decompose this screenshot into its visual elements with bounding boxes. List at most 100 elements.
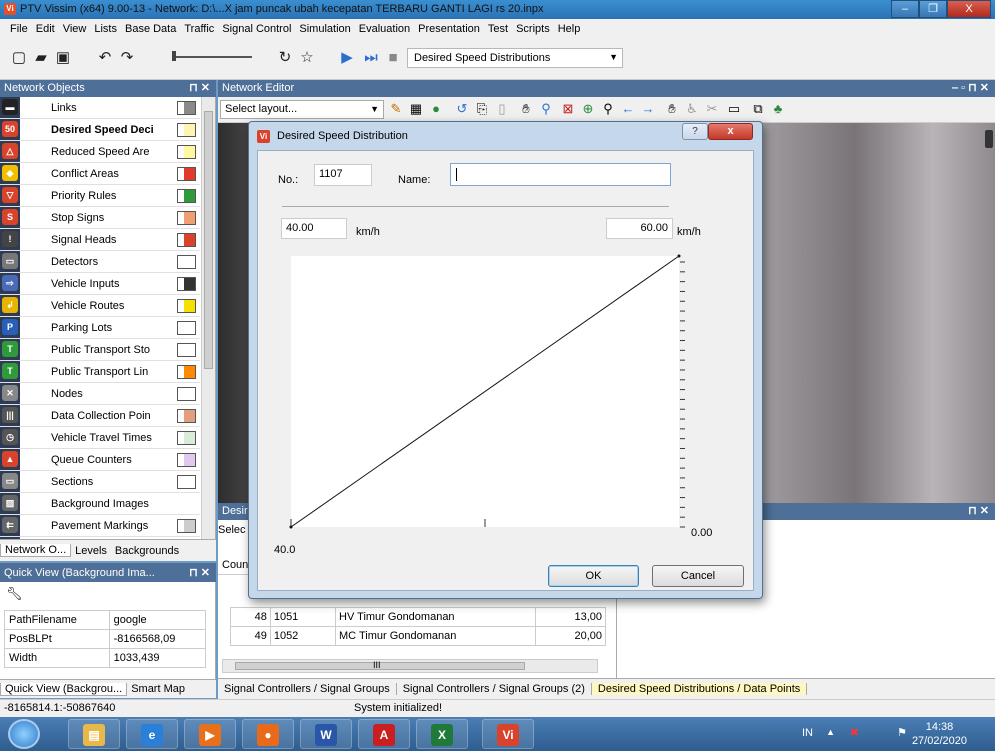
menu-presentation[interactable]: Presentation bbox=[414, 23, 484, 35]
menu-simulation[interactable]: Simulation bbox=[295, 23, 354, 35]
delete-icon[interactable]: ▯ bbox=[494, 101, 510, 117]
color-swatch[interactable] bbox=[177, 453, 196, 467]
network-object-row[interactable]: P Parking Lots bbox=[0, 317, 200, 339]
network-object-row[interactable]: ↲ Vehicle Routes bbox=[0, 295, 200, 317]
forward-icon[interactable]: → bbox=[640, 101, 656, 117]
dialog-close-button[interactable]: x bbox=[708, 123, 753, 140]
favorite-icon[interactable]: ☆ bbox=[298, 49, 316, 67]
tab-levels[interactable]: Levels bbox=[71, 545, 111, 557]
quick-view-row[interactable]: PosBLPt -8166568,09 bbox=[4, 629, 207, 649]
pan-icon[interactable]: ✋︎ bbox=[518, 101, 534, 117]
network-object-row[interactable]: ▽ Priority Rules bbox=[0, 185, 200, 207]
editor-window-controls[interactable]: ‒ ▫ ⊓ ✕ bbox=[952, 81, 989, 94]
table-row[interactable]: 49 1052 MC Timur Gondomanan 20,00 bbox=[230, 626, 606, 646]
volume-muted-icon[interactable]: ✖ bbox=[850, 726, 859, 739]
new-file-icon[interactable]: ▢ bbox=[10, 49, 28, 67]
taskbar-app-button[interactable]: Vi bbox=[482, 719, 534, 749]
rotate-icon[interactable]: ↺ bbox=[454, 101, 470, 117]
tab-signal-controllers-2[interactable]: Signal Controllers / Signal Groups (2) bbox=[397, 683, 592, 695]
color-swatch[interactable] bbox=[177, 167, 196, 181]
tab-desired-speed-data-points[interactable]: Desired Speed Distributions / Data Point… bbox=[591, 683, 808, 695]
network-object-row[interactable]: 50 Desired Speed Deci bbox=[0, 119, 200, 141]
menu-test[interactable]: Test bbox=[484, 23, 512, 35]
scrollbar-thumb[interactable] bbox=[204, 111, 213, 369]
save-icon[interactable]: ▣ bbox=[54, 49, 72, 67]
list-select[interactable]: Selec bbox=[218, 524, 246, 536]
zoom-in-icon[interactable]: ⊕ bbox=[580, 101, 596, 117]
zoom-out-icon[interactable]: ⚲ bbox=[600, 101, 616, 117]
language-indicator[interactable]: IN bbox=[802, 727, 813, 739]
tab-smart-map[interactable]: Smart Map bbox=[127, 683, 189, 695]
distribution-point[interactable] bbox=[677, 254, 681, 258]
network-object-row[interactable]: ▨ Background Images bbox=[0, 493, 200, 515]
taskbar-app-button[interactable]: A bbox=[358, 719, 410, 749]
color-swatch[interactable] bbox=[177, 475, 196, 489]
simulation-speed-slider[interactable] bbox=[172, 51, 252, 62]
grid-icon[interactable]: ▦ bbox=[408, 101, 424, 117]
color-swatch[interactable] bbox=[177, 321, 196, 335]
table-row[interactable]: 48 1051 HV Timur Gondomanan 13,00 bbox=[230, 607, 606, 627]
horizontal-scrollbar[interactable]: III bbox=[222, 659, 598, 673]
zoom-window-icon[interactable]: ⚲ bbox=[538, 101, 554, 117]
taskbar-app-button[interactable]: ▶ bbox=[184, 719, 236, 749]
network-object-row[interactable]: ||| Data Collection Poin bbox=[0, 405, 200, 427]
stop-icon[interactable]: ■ bbox=[384, 49, 402, 67]
network-object-row[interactable]: ◷ Vehicle Travel Times bbox=[0, 427, 200, 449]
quick-mode-icon[interactable]: ↻ bbox=[276, 49, 294, 67]
color-swatch[interactable] bbox=[177, 145, 196, 159]
panel-close-icon[interactable]: ⊓ ✕ bbox=[189, 81, 210, 94]
speed-distribution-chart[interactable] bbox=[258, 151, 753, 591]
color-swatch[interactable] bbox=[177, 365, 196, 379]
menu-lists[interactable]: Lists bbox=[90, 23, 121, 35]
menu-traffic[interactable]: Traffic bbox=[180, 23, 218, 35]
export-icon[interactable]: ⧉ bbox=[750, 101, 766, 117]
menu-evaluation[interactable]: Evaluation bbox=[355, 23, 414, 35]
network-object-row[interactable]: ▲ Queue Counters bbox=[0, 449, 200, 471]
menu-signal-control[interactable]: Signal Control bbox=[218, 23, 295, 35]
network-object-row[interactable]: ◆ Conflict Areas bbox=[0, 163, 200, 185]
color-swatch[interactable] bbox=[177, 233, 196, 247]
taskbar-app-button[interactable]: ▤ bbox=[68, 719, 120, 749]
lower-panel-controls[interactable]: ⊓ ✕ bbox=[968, 504, 989, 517]
vehicle-icon[interactable]: ♿︎ bbox=[684, 101, 700, 117]
color-swatch[interactable] bbox=[177, 299, 196, 313]
open-folder-icon[interactable]: ▰ bbox=[32, 49, 50, 67]
undo-icon[interactable]: ↶ bbox=[96, 49, 114, 67]
tab-network-objects[interactable]: Network O... bbox=[0, 544, 72, 557]
maximize-button[interactable]: ❐ bbox=[919, 0, 947, 18]
redo-icon[interactable]: ↷ bbox=[118, 49, 136, 67]
back-icon[interactable]: ← bbox=[620, 101, 636, 117]
network-object-row[interactable]: S Stop Signs bbox=[0, 207, 200, 229]
list-selector-dropdown[interactable]: Desired Speed Distributions ▼ bbox=[407, 48, 623, 68]
network-object-row[interactable]: ✕ Nodes bbox=[0, 383, 200, 405]
tool-icon[interactable]: ✂ bbox=[704, 101, 720, 117]
network-object-row[interactable]: T Public Transport Sto bbox=[0, 339, 200, 361]
color-swatch[interactable] bbox=[177, 189, 196, 203]
network-objects-scrollbar[interactable] bbox=[201, 97, 215, 539]
help-button[interactable]: ? bbox=[682, 123, 708, 140]
tab-signal-controllers[interactable]: Signal Controllers / Signal Groups bbox=[218, 683, 397, 695]
quick-view-row[interactable]: Width 1033,439 bbox=[4, 648, 207, 668]
hand-icon[interactable]: ✋︎ bbox=[664, 101, 680, 117]
clock[interactable]: 14:38 27/02/2020 bbox=[912, 720, 967, 748]
color-swatch[interactable] bbox=[177, 409, 196, 423]
taskbar-app-button[interactable]: ● bbox=[242, 719, 294, 749]
copy-icon[interactable]: ⎘ bbox=[474, 101, 490, 117]
show-hidden-icons-icon[interactable]: ▲ bbox=[826, 727, 835, 737]
screenshot-icon[interactable]: ▭ bbox=[726, 101, 742, 117]
step-icon[interactable]: ⏭ bbox=[362, 49, 380, 67]
quick-view-row[interactable]: PathFilename google bbox=[4, 610, 207, 630]
network-object-row[interactable]: ▭ Sections bbox=[0, 471, 200, 493]
tab-backgrounds[interactable]: Backgrounds bbox=[111, 545, 183, 557]
network-object-row[interactable]: ▬ Links bbox=[0, 97, 200, 119]
wrench-icon[interactable]: 🔧︎ bbox=[6, 586, 23, 602]
color-swatch[interactable] bbox=[177, 343, 196, 357]
menu-scripts[interactable]: Scripts bbox=[512, 23, 554, 35]
menu-file[interactable]: File bbox=[6, 23, 32, 35]
color-swatch[interactable] bbox=[177, 431, 196, 445]
start-button[interactable] bbox=[8, 719, 40, 749]
network-object-row[interactable]: ⇨ Vehicle Inputs bbox=[0, 273, 200, 295]
play-icon[interactable]: ▶ bbox=[338, 49, 356, 67]
network-object-row[interactable]: T Public Transport Lin bbox=[0, 361, 200, 383]
color-swatch[interactable] bbox=[177, 519, 196, 533]
